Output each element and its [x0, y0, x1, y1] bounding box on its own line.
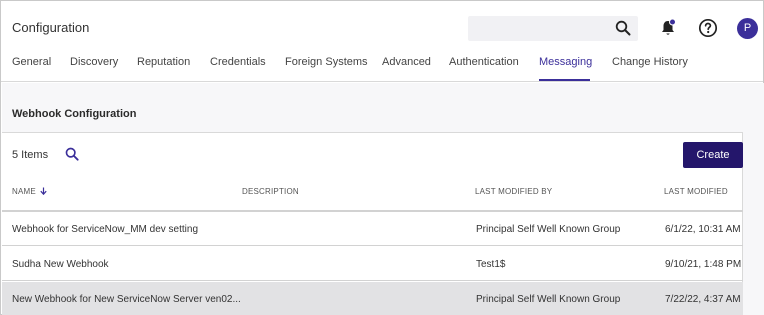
sort-arrow-down-icon[interactable] [40, 187, 47, 197]
cell-last-modified-by: Principal Self Well Known Group [476, 294, 621, 305]
help-icon[interactable] [698, 18, 718, 43]
tab-general[interactable]: General [12, 56, 51, 68]
table-search-icon[interactable] [65, 147, 79, 166]
cell-name: Webhook for ServiceNow_MM dev setting [12, 224, 199, 235]
column-header-name[interactable]: NAME [12, 187, 47, 197]
tab-foreign-systems[interactable]: Foreign Systems [285, 56, 368, 68]
table-row[interactable]: Sudha New Webhook Test1$ 9/10/21, 1:48 P… [2, 247, 743, 281]
avatar[interactable]: P [737, 18, 758, 39]
active-tab-indicator [539, 79, 590, 81]
search-input[interactable] [468, 16, 608, 41]
search-box[interactable] [468, 16, 638, 41]
table-row[interactable]: Webhook for ServiceNow_MM dev setting Pr… [2, 212, 743, 246]
tab-advanced[interactable]: Advanced [382, 56, 431, 68]
cell-last-modified-by: Test1$ [476, 259, 506, 270]
tab-reputation[interactable]: Reputation [137, 56, 190, 68]
table-row-selected[interactable]: New Webhook for New ServiceNow Server ve… [2, 282, 743, 315]
tab-credentials[interactable]: Credentials [210, 56, 266, 68]
column-header-description[interactable]: DESCRIPTION [242, 187, 299, 196]
cell-name: New Webhook for New ServiceNow Server ve… [12, 294, 241, 305]
search-icon[interactable] [615, 20, 631, 41]
section-title: Webhook Configuration [12, 108, 137, 120]
cell-last-modified: 9/10/21, 1:48 PM [665, 259, 742, 270]
column-header-label: NAME [12, 187, 36, 197]
column-header-last-modified-by[interactable]: LAST MODIFIED BY [475, 187, 552, 196]
tab-change-history[interactable]: Change History [612, 56, 688, 68]
items-count: 5 Items [12, 149, 49, 161]
tab-authentication[interactable]: Authentication [449, 56, 519, 68]
tab-discovery[interactable]: Discovery [70, 56, 118, 68]
notification-bell-icon[interactable] [658, 18, 678, 43]
cell-last-modified: 7/22/22, 4:37 AM [665, 294, 741, 305]
column-header-last-modified[interactable]: LAST MODIFIED [664, 187, 728, 196]
page-title: Configuration [12, 20, 90, 35]
app-window: Configuration P General Discovery Reputa… [0, 0, 764, 315]
cell-last-modified: 6/1/22, 10:31 AM [665, 224, 741, 235]
cell-last-modified-by: Principal Self Well Known Group [476, 224, 621, 235]
cell-name: Sudha New Webhook [12, 259, 109, 270]
create-button[interactable]: Create [683, 142, 743, 168]
tab-messaging[interactable]: Messaging [539, 56, 592, 68]
tab-bar: General Discovery Reputation Credentials… [1, 45, 763, 82]
